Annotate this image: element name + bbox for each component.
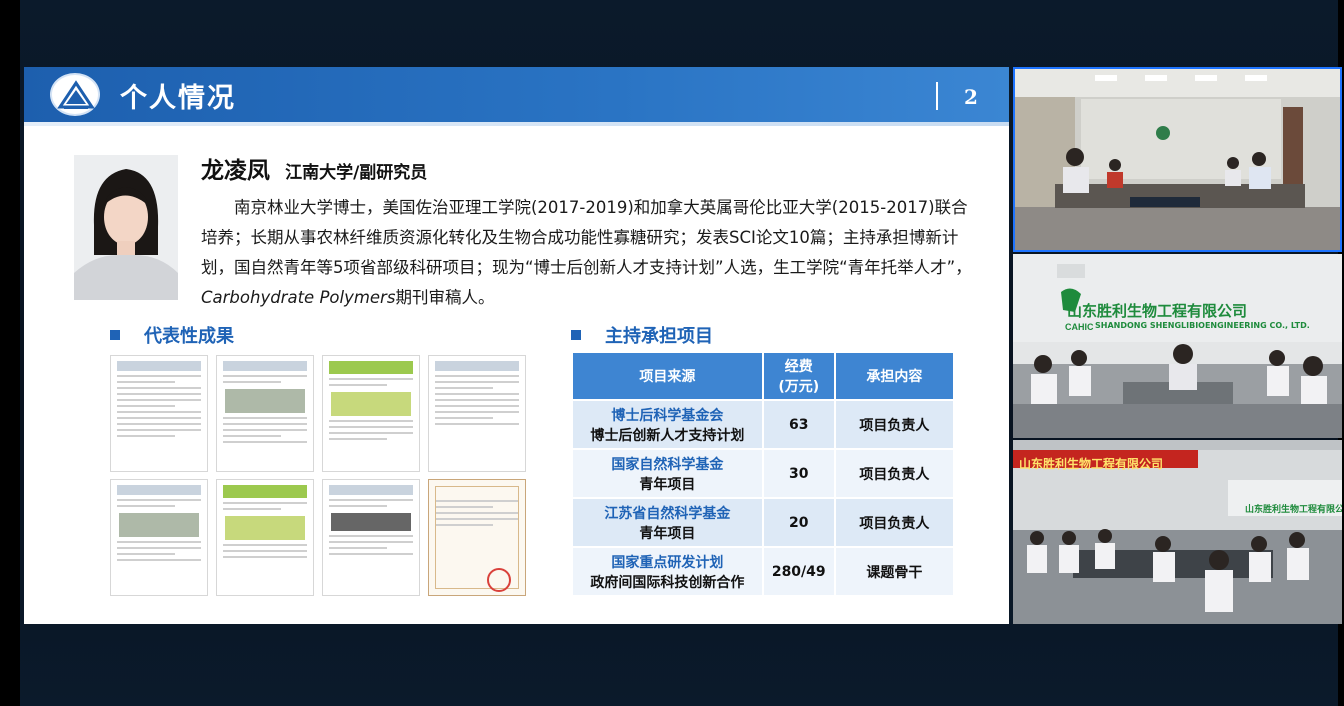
header-role: 承担内容 — [833, 351, 956, 401]
cell-funding: 30 — [761, 448, 836, 499]
video-feed-2[interactable]: CAHIC 山东胜利生物工程有限公司 SHANDONG SHENGLIBIOEN… — [1013, 254, 1342, 438]
paper-thumbnail — [216, 355, 314, 472]
red-banner-text: 山东胜利生物工程有限公司 — [1019, 457, 1164, 471]
cell-role: 项目负责人 — [833, 448, 956, 499]
slide-title: 个人情况 — [120, 83, 236, 114]
projects-table: 项目来源 经费 (万元) 承担内容 博士后科学基金会 博士后创新人才支持计划 6… — [571, 351, 956, 597]
bio-text-1: 南京林业大学博士，美国佐治亚理工学院(2017-2019)和加拿大英属哥伦比亚大… — [201, 198, 972, 277]
section-projects-label: 主持承担项目 — [605, 326, 713, 347]
person-name: 龙凌凤 — [201, 158, 270, 184]
header-funding-label: 经费 — [784, 359, 813, 375]
company-sign-en: SHANDONG SHENGLIBIOENGINEERING CO., LTD. — [1095, 321, 1310, 330]
paper-thumbnail — [428, 355, 526, 472]
table-row: 国家重点研发计划 政府间国际科技创新合作 280/49 课题骨干 — [571, 546, 956, 597]
table-header-row: 项目来源 经费 (万元) 承担内容 — [571, 351, 956, 401]
video-feed-3[interactable]: 山东胜利生物工程有限公司 山东胜利生物工程有限公司 — [1013, 440, 1342, 624]
section-achievements-label: 代表性成果 — [144, 326, 234, 347]
presentation-slide: 个人情况 2 龙凌凤 江南大学/副研究员 南京林业大学博士，美国佐治亚理工学院(… — [24, 67, 1009, 624]
bio-journal-name: Carbohydrate Polymers — [201, 288, 396, 307]
cell-funding: 20 — [761, 497, 836, 548]
left-black-strip — [0, 0, 20, 706]
cell-source-name: 博士后科学基金会 — [611, 407, 724, 424]
cell-source: 国家重点研发计划 政府间国际科技创新合作 — [571, 546, 764, 597]
paper-thumbnail — [110, 479, 208, 596]
cell-role: 项目负责人 — [833, 497, 956, 548]
cell-source-program: 政府间国际科技创新合作 — [590, 574, 745, 591]
table-row: 博士后科学基金会 博士后创新人才支持计划 63 项目负责人 — [571, 399, 956, 450]
company-meeting-scene: CAHIC — [1013, 254, 1342, 438]
cell-source: 国家自然科学基金 青年项目 — [571, 448, 764, 499]
bullet-square-icon — [571, 330, 581, 340]
cell-source: 博士后科学基金会 博士后创新人才支持计划 — [571, 399, 764, 450]
patent-certificate-thumbnail — [428, 479, 526, 596]
company-sign-cn: 山东胜利生物工程有限公司 — [1067, 302, 1248, 320]
header-source: 项目来源 — [571, 351, 764, 401]
cell-funding: 63 — [761, 399, 836, 450]
red-seal-icon — [487, 568, 511, 592]
cell-source: 江苏省自然科学基金 青年项目 — [571, 497, 764, 548]
cell-source-program: 青年项目 — [639, 525, 696, 542]
bio-text-2: 期刊审稿人。 — [395, 288, 495, 307]
cell-source-program: 青年项目 — [639, 476, 696, 493]
person-bio: 南京林业大学博士，美国佐治亚理工学院(2017-2019)和加拿大英属哥伦比亚大… — [201, 193, 981, 313]
title-separator — [936, 82, 938, 110]
bullet-square-icon — [110, 330, 120, 340]
paper-thumbnail — [216, 479, 314, 596]
meeting-room-scene — [1015, 69, 1340, 250]
cell-source-name: 国家重点研发计划 — [611, 554, 724, 571]
section-projects: 主持承担项目 — [571, 322, 713, 348]
paper-thumbnail — [322, 355, 420, 472]
wall-sign-text: 山东胜利生物工程有限公司 — [1245, 505, 1342, 515]
header-funding: 经费 (万元) — [761, 351, 836, 401]
person-affiliation: 江南大学/副研究员 — [285, 163, 428, 183]
cell-role: 课题骨干 — [833, 546, 956, 597]
section-achievements: 代表性成果 — [110, 322, 234, 348]
table-row: 国家自然科学基金 青年项目 30 项目负责人 — [571, 448, 956, 499]
video-feed-1[interactable] — [1013, 67, 1342, 252]
table-row: 江苏省自然科学基金 青年项目 20 项目负责人 — [571, 497, 956, 548]
portrait-photo — [74, 155, 178, 300]
paper-thumbnails — [110, 355, 530, 607]
company-logo-text: CAHIC — [1065, 322, 1094, 332]
cell-source-program: 博士后创新人才支持计划 — [590, 427, 745, 444]
cell-role: 项目负责人 — [833, 399, 956, 450]
slide-header: 个人情况 2 — [24, 67, 1009, 126]
header-funding-unit: (万元) — [778, 379, 820, 395]
paper-thumbnail — [110, 355, 208, 472]
person-name-row: 龙凌凤 江南大学/副研究员 — [201, 151, 427, 185]
university-logo-icon — [50, 73, 100, 116]
cell-source-name: 江苏省自然科学基金 — [604, 505, 731, 522]
cell-funding: 280/49 — [761, 546, 836, 597]
slide-page-number: 2 — [964, 85, 978, 109]
cell-source-name: 国家自然科学基金 — [611, 456, 724, 473]
paper-thumbnail — [322, 479, 420, 596]
